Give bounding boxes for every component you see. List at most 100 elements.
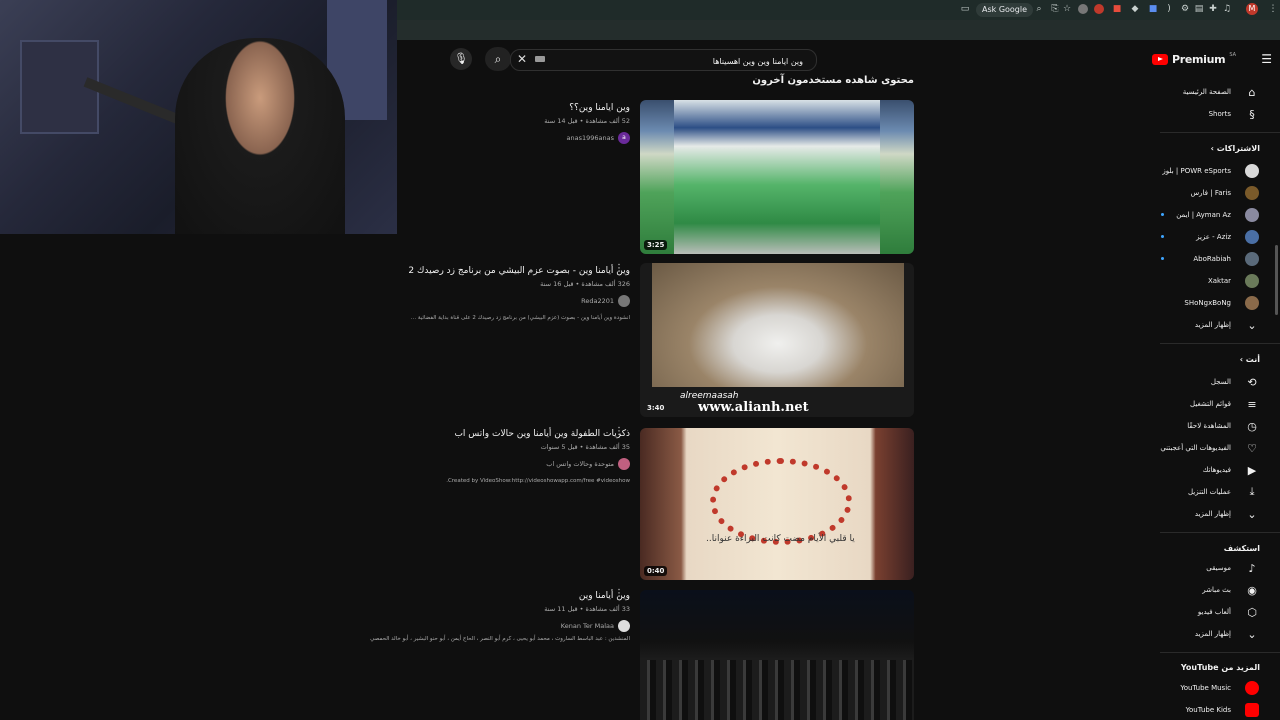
video-result[interactable]: alreemaasah www.alianh.net 3:40 وين أيام… xyxy=(380,263,914,417)
sidebar-item-playlists[interactable]: ≡ قوائم التشغيل xyxy=(1146,394,1280,414)
video-title[interactable]: وين أيامنا وين - بصوت عزم البيشي من برنا… xyxy=(380,265,630,278)
video-thumbnail[interactable]: 3:25 xyxy=(640,100,914,254)
video-meta: 33 ألف مشاهدة • قبل 11 سنة xyxy=(544,605,630,613)
video-result[interactable]: 3:25 وين ايامنا وين؟؟ 52 ألف مشاهدة • قب… xyxy=(380,100,914,254)
sidebar-item-subscription[interactable]: Aziz - عزيز xyxy=(1146,227,1280,247)
you-heading[interactable]: أنت › xyxy=(1240,355,1260,364)
extension-icon[interactable]: ◆ xyxy=(1130,4,1140,14)
sidebar-item-shorts[interactable]: § Shorts xyxy=(1146,104,1280,124)
sidebar-item-subscription[interactable]: Xaktar xyxy=(1146,271,1280,291)
close-icon[interactable]: ✕ xyxy=(517,52,527,66)
video-thumbnail[interactable]: alreemaasah www.alianh.net 3:40 xyxy=(640,263,914,417)
download-icon: ⤓ xyxy=(1249,485,1255,498)
menu-icon[interactable]: ☰ xyxy=(1261,52,1272,66)
sidebar-item-downloads[interactable]: ⤓ عمليات التنزيل xyxy=(1146,482,1280,502)
sidebar-item-live[interactable]: ◉ بث مباشر xyxy=(1146,580,1280,600)
video-thumbnail[interactable] xyxy=(640,590,914,720)
search-icon[interactable]: ⌕ xyxy=(485,47,511,71)
avatar xyxy=(1245,186,1259,200)
extension-icon[interactable]: ▤ xyxy=(1194,4,1204,14)
history-icon: ⟲ xyxy=(1247,375,1257,389)
mic-icon[interactable]: 🎙 xyxy=(450,48,472,70)
channel-row[interactable]: Reda2201 xyxy=(380,295,630,307)
search-input[interactable] xyxy=(551,52,805,70)
duration-badge: 0:40 xyxy=(644,566,668,576)
video-title[interactable]: وين ايامنا وين؟؟ xyxy=(380,102,630,115)
avatar xyxy=(1245,252,1259,266)
video-result[interactable]: يا قلبي الأيام مضت كانت البراءة عنوانا..… xyxy=(380,426,914,580)
channel-name[interactable]: Kenan Ter Malaa xyxy=(561,622,614,630)
thumbnail-caption: يا قلبي الأيام مضت كانت البراءة عنوانا.. xyxy=(706,534,855,544)
sidebar-item-history[interactable]: ⟲ السجل xyxy=(1146,372,1280,392)
channel-name[interactable]: anas1996anas xyxy=(567,134,615,142)
sidebar-item-youtube-kids[interactable]: YouTube Kids xyxy=(1146,700,1280,720)
sidebar-item-subscription[interactable]: SHoNgxBoNg xyxy=(1146,293,1280,313)
youtube-premium-logo[interactable]: Premium SA xyxy=(1151,52,1236,66)
avatar xyxy=(1245,208,1259,222)
keyboard-icon[interactable] xyxy=(535,56,545,62)
video-result[interactable]: وين أيامنا وين 33 ألف مشاهدة • قبل 11 سن… xyxy=(370,588,914,720)
extension-icon[interactable] xyxy=(1078,4,1088,14)
translate-icon[interactable]: ⎘ xyxy=(1050,4,1060,14)
avatar[interactable]: a xyxy=(618,132,630,144)
video-title[interactable]: ذكريات الطفولة وين أيامنا وين حالات واتس… xyxy=(380,428,630,441)
youtube-kids-icon xyxy=(1245,703,1259,717)
guide-sidebar: ☰ Premium SA ⌂ الصفحة الرئيسية § Shorts … xyxy=(1146,40,1280,720)
video-description: Created by VideoShow:http://videoshowapp… xyxy=(446,478,630,484)
bookmark-star-icon[interactable]: ☆ xyxy=(1062,4,1072,14)
sidebar-item-home[interactable]: ⌂ الصفحة الرئيسية xyxy=(1146,82,1280,102)
live-icon: ◉ xyxy=(1247,583,1257,597)
profile-avatar[interactable]: M xyxy=(1246,3,1258,15)
extension-icon[interactable]: ) xyxy=(1164,4,1174,14)
streamer xyxy=(175,38,345,234)
show-more-explore[interactable]: ⌄ إظهار المزيد xyxy=(1146,624,1280,644)
channel-row[interactable]: a anas1996anas xyxy=(380,132,630,144)
thumbnail-watermark: www.alianh.net xyxy=(698,400,809,415)
home-icon: ⌂ xyxy=(1248,85,1256,99)
channel-name[interactable]: متوحدة وحالات واتس اب xyxy=(546,460,614,468)
channel-row[interactable]: متوحدة وحالات واتس اب xyxy=(380,458,630,470)
video-description: المنشدين : عبد الباسط الساروت ، محمد أبو… xyxy=(370,636,630,642)
extension-icon[interactable]: ■ xyxy=(1148,4,1158,14)
sidebar-item-liked-videos[interactable]: ♡ الفيديوهات التي أعجبتني xyxy=(1146,438,1280,458)
show-more-you[interactable]: ⌄ إظهار المزيد xyxy=(1146,504,1280,524)
channel-row[interactable]: Kenan Ter Malaa xyxy=(380,620,630,632)
more-options-icon[interactable]: ⋮ xyxy=(614,588,624,599)
puzzle-icon[interactable]: ✚ xyxy=(1208,4,1218,14)
sidebar-scrollbar[interactable] xyxy=(1275,245,1278,315)
zoom-icon[interactable]: ⌕ xyxy=(1034,4,1044,14)
sidebar-item-youtube-music[interactable]: YouTube Music xyxy=(1146,678,1280,698)
extension-icon[interactable]: ⚙ xyxy=(1180,4,1190,14)
extension-icon[interactable] xyxy=(1094,4,1104,14)
sidebar-item-your-videos[interactable]: ▶ فيديوهاتك xyxy=(1146,460,1280,480)
chevron-down-icon: ⌄ xyxy=(1247,318,1257,332)
sidebar-item-watch-later[interactable]: ◷ المشاهدة لاحقًا xyxy=(1146,416,1280,436)
clock-icon: ◷ xyxy=(1247,419,1257,433)
sidebar-item-gaming[interactable]: ⬡ ألعاب فيديو xyxy=(1146,602,1280,622)
channel-name[interactable]: Reda2201 xyxy=(581,297,614,305)
extension-icon[interactable]: ■ xyxy=(1112,4,1122,14)
video-title[interactable]: وين أيامنا وين xyxy=(380,590,630,603)
sidebar-item-music[interactable]: ♪ موسيقى xyxy=(1146,558,1280,578)
avatar[interactable] xyxy=(618,295,630,307)
avatar xyxy=(1245,274,1259,288)
show-more-subscriptions[interactable]: ⌄ إظهار المزيد xyxy=(1146,315,1280,335)
video-meta: 52 ألف مشاهدة • قبل 14 سنة xyxy=(544,117,630,125)
sidebar-item-subscription[interactable]: Ayman Az | ايمن xyxy=(1146,205,1280,225)
video-thumbnail[interactable]: يا قلبي الأيام مضت كانت البراءة عنوانا..… xyxy=(640,428,914,580)
screen-cast-icon[interactable]: ▭ xyxy=(960,4,970,14)
more-options-icon[interactable]: ⋮ xyxy=(614,263,624,274)
sidebar-item-subscription[interactable]: AboRabiah xyxy=(1146,249,1280,269)
subscriptions-heading[interactable]: الاشتراكات › xyxy=(1211,144,1260,153)
sidebar-item-subscription[interactable]: Faris | فارس xyxy=(1146,183,1280,203)
more-options-icon[interactable]: ⋮ xyxy=(614,426,624,437)
ask-google-button[interactable]: Ask Google xyxy=(976,3,1034,17)
chevron-down-icon: ⌄ xyxy=(1247,507,1257,521)
more-icon[interactable]: ⋮ xyxy=(1268,4,1278,14)
sidebar-item-subscription[interactable]: POWR eSports | بلوز xyxy=(1146,161,1280,181)
avatar[interactable] xyxy=(618,620,630,632)
media-icon[interactable]: ♫ xyxy=(1222,4,1232,14)
avatar[interactable] xyxy=(618,458,630,470)
live-indicator xyxy=(1161,213,1164,216)
gaming-icon: ⬡ xyxy=(1247,605,1257,619)
